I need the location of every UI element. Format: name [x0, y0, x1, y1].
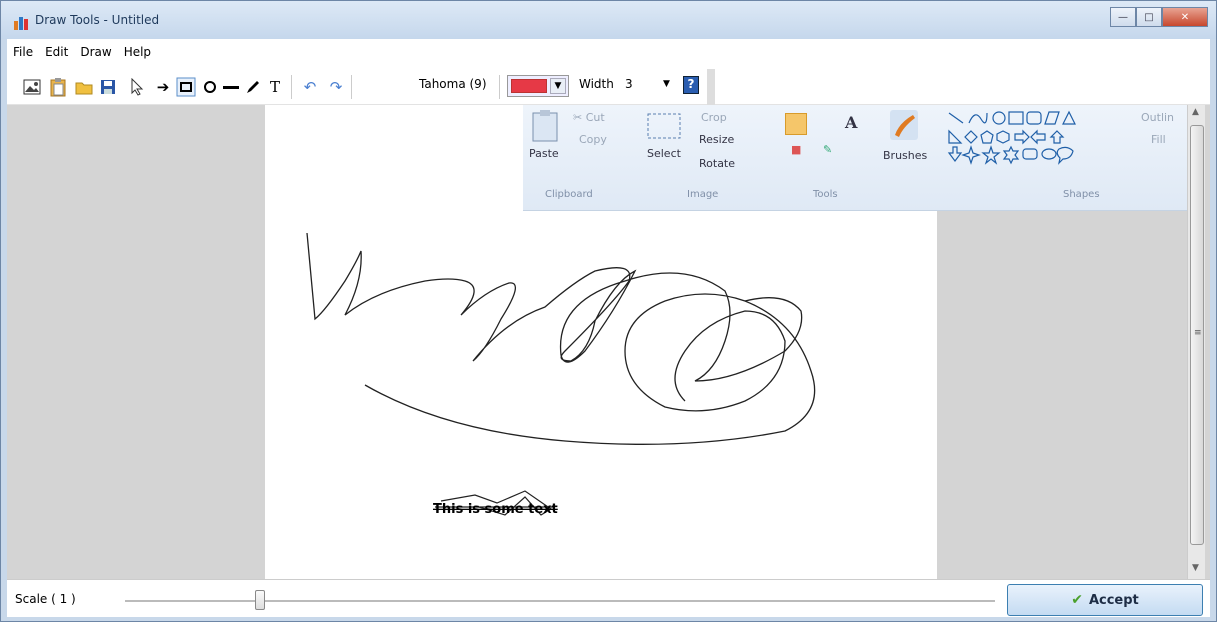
save-icon[interactable]	[97, 75, 119, 99]
select-label: Select	[647, 147, 681, 160]
undo-icon[interactable]: ↶	[299, 75, 321, 99]
brush-icon	[890, 110, 918, 140]
work-area: Paste ✂ Cut Copy Clipboard Select Crop R…	[7, 105, 1210, 617]
accept-button[interactable]: ✔ Accept	[1007, 584, 1203, 616]
line-tool-icon[interactable]	[221, 75, 241, 99]
redo-icon[interactable]: ↷	[325, 75, 347, 99]
image-icon[interactable]	[21, 75, 43, 99]
pointer-icon[interactable]	[127, 75, 147, 99]
width-value[interactable]: 3	[625, 77, 633, 91]
scrollbar-thumb[interactable]: ≡	[1190, 125, 1204, 545]
font-selector[interactable]: Tahoma (9)	[419, 77, 487, 91]
toolbar-separator	[291, 75, 292, 99]
paste-label: Paste	[529, 147, 559, 160]
select-icon	[647, 113, 681, 139]
shapes-group-label: Shapes	[1063, 189, 1100, 200]
outline-label: Outlin	[1141, 111, 1175, 124]
toolbar-separator	[351, 75, 352, 99]
scroll-down-icon[interactable]: ▼	[1192, 563, 1199, 573]
copy-label: Copy	[579, 133, 607, 146]
tools-group-label: Tools	[813, 189, 838, 200]
client-area: File Edit Draw Help ➔ T ↶ ↷ Tahoma (9) ▼…	[7, 39, 1210, 617]
arrow-tool-icon[interactable]: ➔	[153, 75, 173, 99]
fill-label: Fill	[1151, 133, 1166, 146]
menu-bar: File Edit Draw Help	[7, 39, 1210, 65]
title-bar: Draw Tools - Untitled — □ ✕	[1, 1, 1216, 39]
rectangle-tool-icon[interactable]	[175, 75, 197, 99]
toolbar-separator	[499, 75, 500, 99]
resize-label: Resize	[699, 133, 735, 146]
color-swatch	[511, 79, 547, 93]
ellipse-tool-icon[interactable]	[201, 75, 219, 99]
text-tool-icon: A	[845, 113, 858, 132]
text-tool-icon[interactable]: T	[265, 75, 285, 99]
brushes-label: Brushes	[883, 149, 928, 162]
bottom-bar: Scale ( 1 ) ✔ Accept	[7, 579, 1210, 617]
minimize-button[interactable]: —	[1110, 7, 1136, 27]
crop-label: Crop	[701, 111, 727, 124]
scale-slider-thumb[interactable]	[255, 590, 265, 610]
width-label: Width	[579, 77, 614, 91]
app-icon	[14, 17, 28, 30]
paste-icon	[532, 110, 558, 142]
accept-label: Accept	[1088, 592, 1139, 608]
clipboard-group-label: Clipboard	[545, 189, 593, 200]
open-folder-icon[interactable]	[73, 75, 95, 99]
shapes-gallery	[947, 110, 1076, 165]
chevron-down-icon[interactable]: ▼	[663, 79, 670, 89]
rotate-label: Rotate	[699, 157, 736, 170]
maximize-button[interactable]: □	[1136, 7, 1162, 27]
help-icon[interactable]: ?	[683, 76, 699, 94]
app-window: Draw Tools - Untitled — □ ✕ File Edit Dr…	[0, 0, 1217, 622]
chevron-down-icon[interactable]: ▼	[550, 78, 566, 94]
pencil-tool-icon[interactable]	[243, 75, 263, 99]
canvas-text: This is some text	[433, 502, 558, 517]
vertical-scrollbar[interactable]: ▲ ≡ ▼	[1187, 105, 1205, 579]
color-picker-icon: ✎	[823, 143, 833, 156]
scroll-up-icon[interactable]: ▲	[1192, 107, 1199, 117]
menu-edit[interactable]: Edit	[39, 45, 74, 59]
menu-help[interactable]: Help	[118, 45, 157, 59]
scale-label: Scale ( 1 )	[15, 592, 76, 606]
close-button[interactable]: ✕	[1162, 7, 1208, 27]
eraser-icon: ■	[791, 143, 802, 156]
menu-file[interactable]: File	[7, 45, 39, 59]
window-title: Draw Tools - Untitled	[35, 13, 160, 27]
paste-icon[interactable]	[47, 75, 69, 99]
color-picker[interactable]: ▼	[507, 75, 569, 97]
freehand-drawing: This is some text	[306, 232, 816, 517]
drawing-canvas[interactable]: Paste ✂ Cut Copy Clipboard Select Crop R…	[265, 105, 1195, 579]
cut-label: ✂ Cut	[573, 111, 605, 124]
grip-icon: ≡	[1194, 328, 1202, 338]
check-icon: ✔	[1071, 592, 1083, 608]
pencil-tool-icon	[785, 113, 807, 135]
toolbar-gripper	[707, 69, 715, 105]
menu-draw[interactable]: Draw	[74, 45, 117, 59]
toolbar: ➔ T ↶ ↷ Tahoma (9) ▼ Width 3 ▼ ?	[7, 65, 1210, 105]
pasted-ribbon-image: Paste ✂ Cut Copy Clipboard Select Crop R…	[523, 105, 1195, 211]
window-controls: — □ ✕	[1110, 7, 1208, 27]
image-group-label: Image	[687, 189, 719, 200]
